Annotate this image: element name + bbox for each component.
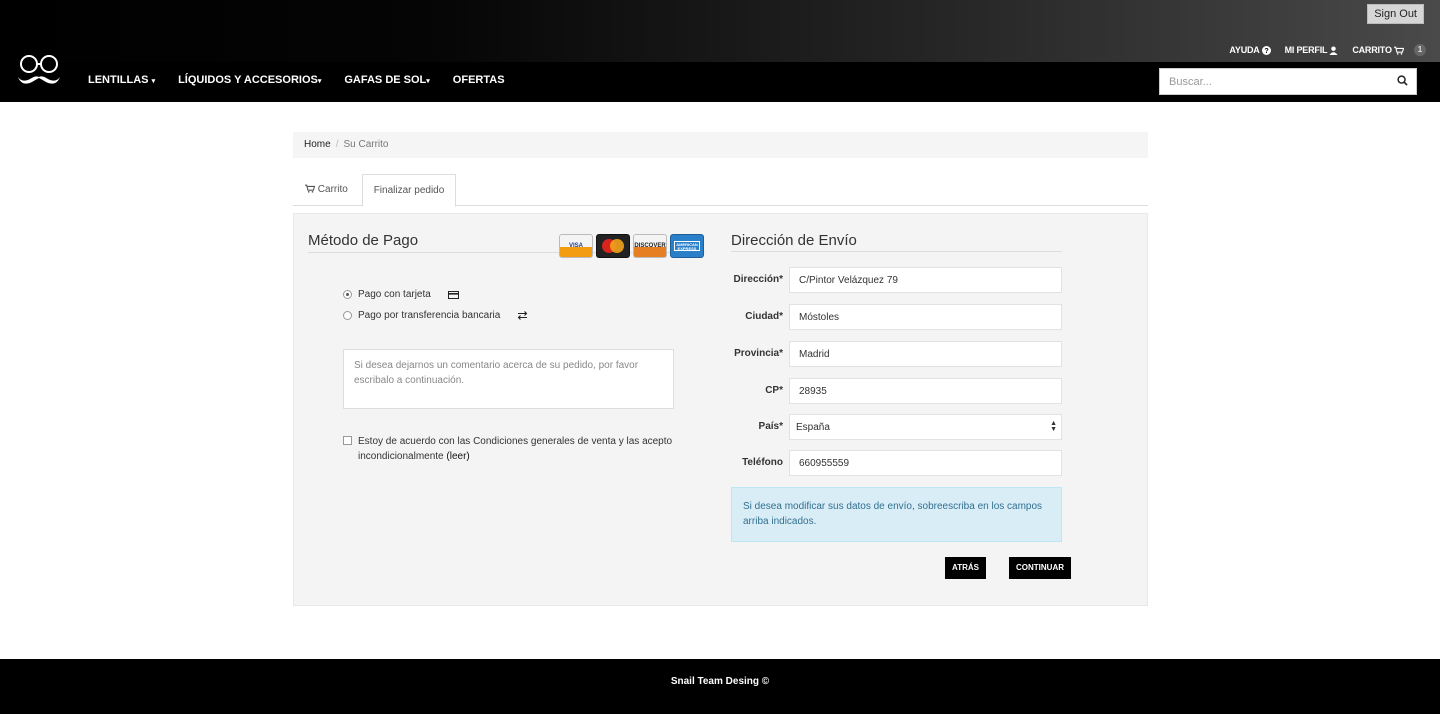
question-circle-icon: ? (1261, 45, 1271, 55)
shopping-cart-icon (1393, 46, 1404, 55)
cart-count-badge: 1 (1413, 44, 1426, 56)
payment-option-label: Pago por transferencia bancaria (358, 310, 501, 321)
address-row: Dirección* (731, 267, 1062, 293)
card-radio[interactable] (343, 290, 352, 299)
top-bar: Sign Out AYUDA ? MI PERFIL CARRITO 1 (0, 0, 1440, 62)
menu-item-lentillas[interactable]: LENTILLAS ▾ (88, 74, 155, 86)
divider (731, 251, 1062, 252)
menu-label: LENTILLAS (88, 74, 149, 86)
menu-item-gafas[interactable]: GAFAS DE SOL▾ (344, 74, 429, 86)
address-input[interactable] (789, 267, 1062, 293)
zip-label: CP* (765, 385, 783, 396)
country-select[interactable]: España ▲ ▼ (789, 414, 1062, 440)
caret-down-icon: ▾ (317, 78, 322, 85)
breadcrumb-home[interactable]: Home (304, 139, 331, 150)
province-label: Provincia* (734, 348, 783, 359)
breadcrumb: Home / Su Carrito (293, 132, 1148, 158)
payment-option-label: Pago con tarjeta (358, 289, 431, 300)
help-label: AYUDA (1229, 45, 1260, 55)
address-label: Dirección* (733, 274, 783, 285)
card-logos: VISA DISCOVER AMERICAN EXPRESS (559, 234, 704, 258)
breadcrumb-current: Su Carrito (343, 139, 389, 150)
top-links: AYUDA ? MI PERFIL CARRITO 1 (1229, 44, 1426, 56)
breadcrumb-separator: / (335, 139, 339, 150)
tab-cart[interactable]: Carrito (305, 174, 348, 206)
category-menu: LENTILLAS ▾ LÍQUIDOS Y ACCESORIOS▾ GAFAS… (88, 74, 505, 86)
menu-item-ofertas[interactable]: OFERTAS (453, 74, 505, 86)
shipping-info-alert: Si desea modificar sus datos de envío, s… (731, 487, 1062, 542)
terms-text: Estoy de acuerdo con las Condiciones gen… (358, 436, 673, 462)
select-arrows-icon: ▲ ▼ (1050, 420, 1057, 433)
glasses-mustache-logo[interactable] (16, 52, 62, 92)
city-row: Ciudad* (731, 304, 1062, 330)
search-input[interactable] (1160, 69, 1388, 94)
menu-label: GAFAS DE SOL (344, 74, 427, 86)
profile-label: MI PERFIL (1284, 45, 1328, 55)
menu-label: LÍQUIDOS Y ACCESORIOS (178, 74, 318, 86)
shopping-cart-icon (305, 184, 316, 193)
shipping-address-title: Dirección de Envío (731, 232, 857, 249)
search-icon[interactable] (1397, 75, 1408, 86)
visa-card-icon: VISA (559, 234, 593, 258)
payment-method-title: Método de Pago (308, 232, 419, 249)
cart-label: CARRITO (1352, 45, 1392, 55)
cart-link[interactable]: CARRITO 1 (1352, 44, 1426, 56)
caret-down-icon: ▾ (426, 78, 430, 85)
tab-checkout[interactable]: Finalizar pedido (362, 174, 456, 207)
terms-read-link[interactable]: (leer) (446, 451, 469, 462)
country-value: España (796, 421, 830, 433)
order-comment-textarea[interactable] (343, 349, 674, 409)
country-label: País* (758, 421, 783, 432)
profile-link[interactable]: MI PERFIL (1285, 45, 1339, 55)
user-icon (1329, 45, 1338, 55)
phone-input[interactable] (789, 450, 1062, 476)
mastercard-circles (602, 239, 624, 253)
payment-option-card[interactable]: Pago con tarjeta (343, 289, 459, 300)
svg-text:?: ? (1264, 46, 1268, 55)
transfer-arrows-icon (518, 311, 528, 320)
continue-button[interactable]: CONTINUAR (1009, 557, 1071, 579)
mastercard-icon (596, 234, 630, 258)
phone-label: Teléfono (742, 457, 783, 468)
discover-card-icon: DISCOVER (633, 234, 667, 258)
main-nav: LENTILLAS ▾ LÍQUIDOS Y ACCESORIOS▾ GAFAS… (0, 55, 1440, 102)
country-row: País* España ▲ ▼ (731, 414, 1062, 440)
phone-row: Teléfono (731, 450, 1062, 476)
city-label: Ciudad* (745, 311, 783, 322)
sign-out-button[interactable]: Sign Out (1367, 4, 1424, 24)
zip-row: CP* (731, 378, 1062, 404)
zip-input[interactable] (789, 378, 1062, 404)
menu-item-liquidos[interactable]: LÍQUIDOS Y ACCESORIOS▾ (178, 74, 321, 86)
terms-checkbox[interactable] (343, 436, 352, 445)
terms-agreement: Estoy de acuerdo con las Condiciones gen… (343, 434, 683, 464)
help-link[interactable]: AYUDA ? (1229, 45, 1271, 55)
tab-cart-label: Carrito (317, 184, 348, 195)
footer-credit: Snail Team Desing © (670, 676, 770, 687)
back-button[interactable]: ATRÁS (945, 557, 986, 579)
province-input[interactable] (789, 341, 1062, 367)
checkout-panel: Método de Pago VISA DISCOVER AMERICAN EX… (293, 213, 1148, 606)
caret-down-icon: ▾ (151, 78, 156, 85)
payment-option-transfer[interactable]: Pago por transferencia bancaria (343, 310, 528, 321)
transfer-radio[interactable] (343, 311, 352, 320)
footer: Snail Team Desing © (0, 659, 1440, 714)
city-input[interactable] (789, 304, 1062, 330)
credit-card-icon (447, 290, 459, 299)
checkout-tabs: Carrito Finalizar pedido (293, 174, 1148, 207)
terms-label: Estoy de acuerdo con las Condiciones gen… (358, 434, 683, 464)
amex-badge: AMERICAN EXPRESS (674, 241, 700, 251)
search-box (1159, 68, 1417, 95)
amex-card-icon: AMERICAN EXPRESS (670, 234, 704, 258)
province-row: Provincia* (731, 341, 1062, 367)
